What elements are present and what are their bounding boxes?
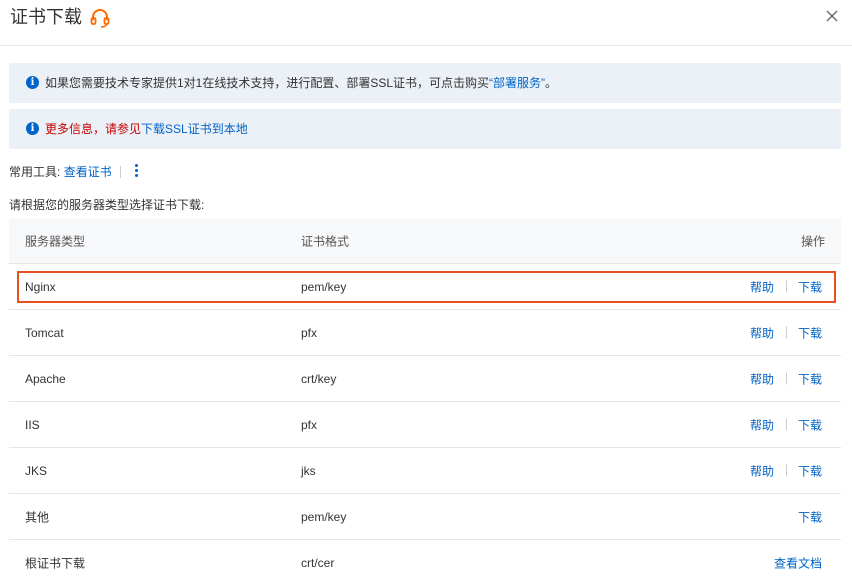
- row-actions: 查看文档: [774, 554, 822, 571]
- alert-message: 更多信息，请参见下载SSL证书到本地: [45, 121, 248, 137]
- help-link[interactable]: 帮助: [750, 462, 774, 479]
- row-actions: 帮助 下载: [750, 416, 822, 433]
- nginx-row-highlight: [17, 271, 836, 303]
- server-type-cell: 根证书下载: [25, 556, 86, 570]
- view-certificate-link[interactable]: 查看证书: [64, 165, 112, 179]
- divider: [120, 166, 121, 178]
- server-type-cell: Apache: [25, 371, 66, 386]
- header-server-type: 服务器类型: [25, 234, 86, 249]
- deploy-service-alert: i 如果您需要技术专家提供1对1在线技术支持，进行配置、部署SSL证书，可点击购…: [9, 63, 841, 103]
- alert-prefix: 如果您需要技术专家提供1对1在线技术支持，进行配置、部署SSL证书，可点击购买: [45, 76, 490, 90]
- divider: [785, 418, 787, 431]
- cert-format-cell: pem/key: [301, 509, 347, 524]
- server-type-prompt: 请根据您的服务器类型选择证书下载:: [9, 198, 205, 212]
- table-row: Apache crt/key 帮助 下载: [9, 355, 841, 401]
- view-docs-link[interactable]: 查看文档: [774, 554, 822, 571]
- row-actions: 帮助 下载: [750, 324, 822, 341]
- table-row: JKS jks 帮助 下载: [9, 447, 841, 493]
- table-header: 服务器类型 证书格式 操作: [9, 219, 841, 263]
- download-link[interactable]: 下载: [798, 324, 822, 341]
- close-icon[interactable]: [824, 8, 840, 24]
- cert-format-cell: jks: [301, 463, 316, 478]
- row-actions: 下载: [798, 508, 822, 525]
- info-icon: i: [26, 76, 39, 89]
- download-link[interactable]: 下载: [798, 416, 822, 433]
- info-icon: i: [26, 122, 39, 135]
- cert-format-cell: crt/cer: [301, 555, 335, 570]
- tools-label: 常用工具:: [9, 165, 61, 179]
- help-link[interactable]: 帮助: [750, 370, 774, 387]
- table-row: 根证书下载 crt/cer 查看文档: [9, 539, 841, 585]
- divider: [785, 464, 787, 477]
- deploy-service-link[interactable]: “部署服务”: [489, 76, 545, 90]
- divider: [785, 326, 787, 339]
- download-link[interactable]: 下载: [798, 370, 822, 387]
- dialog-header: 证书下载: [0, 0, 852, 46]
- cert-format-cell: crt/key: [301, 371, 337, 386]
- row-actions: 帮助 下载: [750, 462, 822, 479]
- cert-format-cell: pfx: [301, 325, 318, 340]
- download-link[interactable]: 下载: [798, 508, 822, 525]
- more-vertical-icon[interactable]: [131, 163, 141, 181]
- download-ssl-doc-link[interactable]: 下载SSL证书到本地: [141, 122, 248, 136]
- table-row: 其他 pem/key 下载: [9, 493, 841, 539]
- headset-icon[interactable]: [89, 7, 111, 29]
- download-link[interactable]: 下载: [798, 462, 822, 479]
- header-cert-format: 证书格式: [301, 234, 350, 249]
- more-info-text: 更多信息，请参见: [45, 122, 142, 136]
- common-tools: 常用工具: 查看证书: [9, 164, 112, 180]
- table-row: IIS pfx 帮助 下载: [9, 401, 841, 447]
- cert-format-cell: pfx: [301, 417, 318, 432]
- server-type-cell: JKS: [25, 463, 48, 478]
- server-type-cell: 其他: [25, 510, 50, 524]
- alert-message: 如果您需要技术专家提供1对1在线技术支持，进行配置、部署SSL证书，可点击购买“…: [45, 75, 557, 91]
- divider: [785, 372, 787, 385]
- table-row: Tomcat pfx 帮助 下载: [9, 309, 841, 355]
- row-actions: 帮助 下载: [750, 370, 822, 387]
- dialog-title: 证书下载: [10, 7, 82, 28]
- server-type-cell: Tomcat: [25, 325, 64, 340]
- help-link[interactable]: 帮助: [750, 324, 774, 341]
- help-link[interactable]: 帮助: [750, 416, 774, 433]
- header-action: 操作: [800, 234, 825, 249]
- more-info-alert: i 更多信息，请参见下载SSL证书到本地: [9, 109, 841, 149]
- server-type-cell: IIS: [25, 417, 40, 432]
- alert-suffix: 。: [545, 76, 558, 90]
